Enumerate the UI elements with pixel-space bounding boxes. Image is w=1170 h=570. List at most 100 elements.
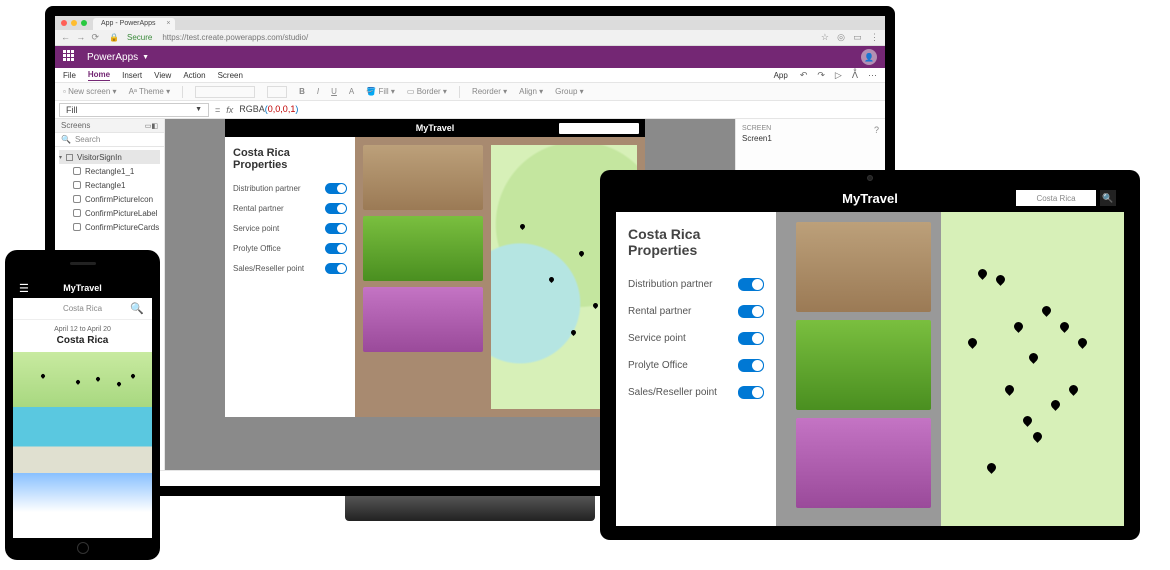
tree-item[interactable]: Rectangle1: [59, 178, 160, 192]
hero-photo[interactable]: [13, 407, 152, 473]
property-photo[interactable]: [363, 287, 483, 352]
search-input[interactable]: Costa Rica: [1016, 190, 1096, 206]
toggle[interactable]: [738, 278, 764, 291]
url-text[interactable]: https://test.create.powerapps.com/studio…: [162, 33, 308, 42]
app-title: MyTravel: [842, 191, 898, 206]
ribbon: ▫ New screen ▾ Aᵃ Theme ▾ B I U A 🪣 Fill…: [55, 83, 885, 101]
group-button[interactable]: Group ▾: [555, 87, 583, 96]
more-icon[interactable]: ⋯: [868, 70, 877, 81]
tab-title: App - PowerApps: [101, 20, 155, 27]
filter-row: Service point: [233, 223, 347, 234]
back-icon[interactable]: ←: [61, 32, 70, 42]
font-select[interactable]: [195, 86, 255, 98]
browser-tab[interactable]: App - PowerApps ×: [93, 18, 175, 30]
menu-app[interactable]: App: [774, 71, 788, 80]
hamburger-icon[interactable]: ☰: [19, 282, 29, 295]
play-icon[interactable]: ▷: [835, 70, 842, 81]
forward-icon[interactable]: →: [76, 32, 85, 42]
menu-screen[interactable]: Screen: [218, 71, 243, 80]
reorder-button[interactable]: Reorder ▾: [472, 87, 507, 96]
screen-tree: ▾VisitorSignIn Rectangle1_1 Rectangle1 C…: [55, 147, 164, 237]
filter-row: Rental partner: [628, 305, 764, 318]
hero-photo[interactable]: [13, 473, 152, 539]
property-photo[interactable]: [363, 145, 483, 210]
tree-item[interactable]: ConfirmPictureIcon: [59, 192, 160, 206]
toggle[interactable]: [325, 223, 347, 234]
tree-item[interactable]: ▾VisitorSignIn: [59, 150, 160, 164]
toggle[interactable]: [325, 183, 347, 194]
menu-file[interactable]: File: [63, 71, 76, 80]
search-icon[interactable]: 🔍: [1100, 190, 1116, 206]
fill-button[interactable]: 🪣 Fill ▾: [366, 87, 395, 96]
new-screen-button[interactable]: ▫ New screen ▾: [63, 87, 117, 96]
minimize-icon[interactable]: [71, 20, 77, 26]
property-selector[interactable]: Fill▼: [59, 103, 209, 117]
tree-item[interactable]: Rectangle1_1: [59, 164, 160, 178]
photo-list: [363, 145, 483, 409]
filter-row: Rental partner: [233, 203, 347, 214]
lock-icon: 🔒: [109, 33, 119, 42]
menu-action[interactable]: Action: [183, 71, 205, 80]
filter-row: Prolyte Office: [233, 243, 347, 254]
property-photo[interactable]: [796, 418, 931, 508]
search-icon[interactable]: 🔍: [130, 302, 144, 315]
help-icon[interactable]: ?: [874, 125, 879, 135]
undo-icon[interactable]: ↶: [800, 70, 808, 81]
app-canvas[interactable]: Costa Rica Properties Distribution partn…: [225, 137, 645, 417]
menu-view[interactable]: View: [154, 71, 171, 80]
theme-button[interactable]: Aᵃ Theme ▾: [129, 87, 171, 96]
font-size[interactable]: [267, 86, 287, 98]
phone-device: ☰ MyTravel Costa Rica 🔍 April 12 to Apri…: [5, 250, 160, 560]
app-launcher-icon[interactable]: [63, 50, 77, 64]
toggle[interactable]: [325, 263, 347, 274]
maximize-icon[interactable]: [81, 20, 87, 26]
property-photo[interactable]: [363, 216, 483, 281]
border-button[interactable]: ▭ Border ▾: [407, 87, 447, 96]
tablet-device: MyTravel Costa Rica 🔍 Costa Rica Propert…: [600, 170, 1140, 540]
map[interactable]: [941, 212, 1124, 526]
toggle[interactable]: [738, 386, 764, 399]
menu-home[interactable]: Home: [88, 70, 110, 81]
tree-item[interactable]: ConfirmPictureCards: [59, 220, 160, 234]
filter-row: Service point: [628, 332, 764, 345]
chevron-down-icon[interactable]: ▼: [142, 54, 149, 61]
app-title: MyTravel: [416, 123, 455, 133]
camera-icon: [867, 175, 873, 181]
italic-button[interactable]: I: [317, 87, 319, 96]
toggle[interactable]: [325, 203, 347, 214]
font-color-button[interactable]: A: [349, 87, 354, 96]
extension-icon[interactable]: ▭: [853, 32, 862, 42]
star-icon[interactable]: ☆: [821, 32, 829, 42]
reload-icon[interactable]: ⟳: [91, 32, 99, 42]
filter-row: Distribution partner: [628, 278, 764, 291]
bold-button[interactable]: B: [299, 87, 305, 96]
close-tab-icon[interactable]: ×: [166, 20, 170, 27]
home-button[interactable]: [77, 542, 89, 554]
search-box[interactable]: [559, 123, 639, 134]
menu-icon[interactable]: ⋮: [870, 32, 879, 42]
tablet-screen: MyTravel Costa Rica 🔍 Costa Rica Propert…: [616, 184, 1124, 526]
formula-bar: Fill▼ = fx RGBA(0,0,0,1): [55, 101, 885, 119]
redo-icon[interactable]: ↷: [817, 70, 825, 81]
toggle[interactable]: [738, 305, 764, 318]
underline-button[interactable]: U: [331, 87, 337, 96]
tree-item[interactable]: ConfirmPictureLabel: [59, 206, 160, 220]
property-photo[interactable]: [796, 222, 931, 312]
share-icon[interactable]: ᐰ: [852, 70, 858, 81]
formula-value[interactable]: RGBA(0,0,0,1): [239, 104, 298, 115]
toggle[interactable]: [738, 359, 764, 372]
user-avatar[interactable]: 👤: [861, 49, 877, 65]
property-photo[interactable]: [796, 320, 931, 410]
screens-search[interactable]: 🔍 Search: [55, 133, 164, 147]
extension-icon[interactable]: ◎: [837, 32, 845, 42]
menu-insert[interactable]: Insert: [122, 71, 142, 80]
align-button[interactable]: Align ▾: [519, 87, 543, 96]
close-icon[interactable]: [61, 20, 67, 26]
monitor-stand: [345, 496, 595, 521]
search-bar[interactable]: Costa Rica 🔍: [13, 298, 152, 320]
filter-panel: Costa Rica Properties Distribution partn…: [225, 137, 355, 417]
toggle[interactable]: [325, 243, 347, 254]
app-header: MyTravel: [225, 119, 645, 137]
map[interactable]: [13, 352, 152, 407]
toggle[interactable]: [738, 332, 764, 345]
